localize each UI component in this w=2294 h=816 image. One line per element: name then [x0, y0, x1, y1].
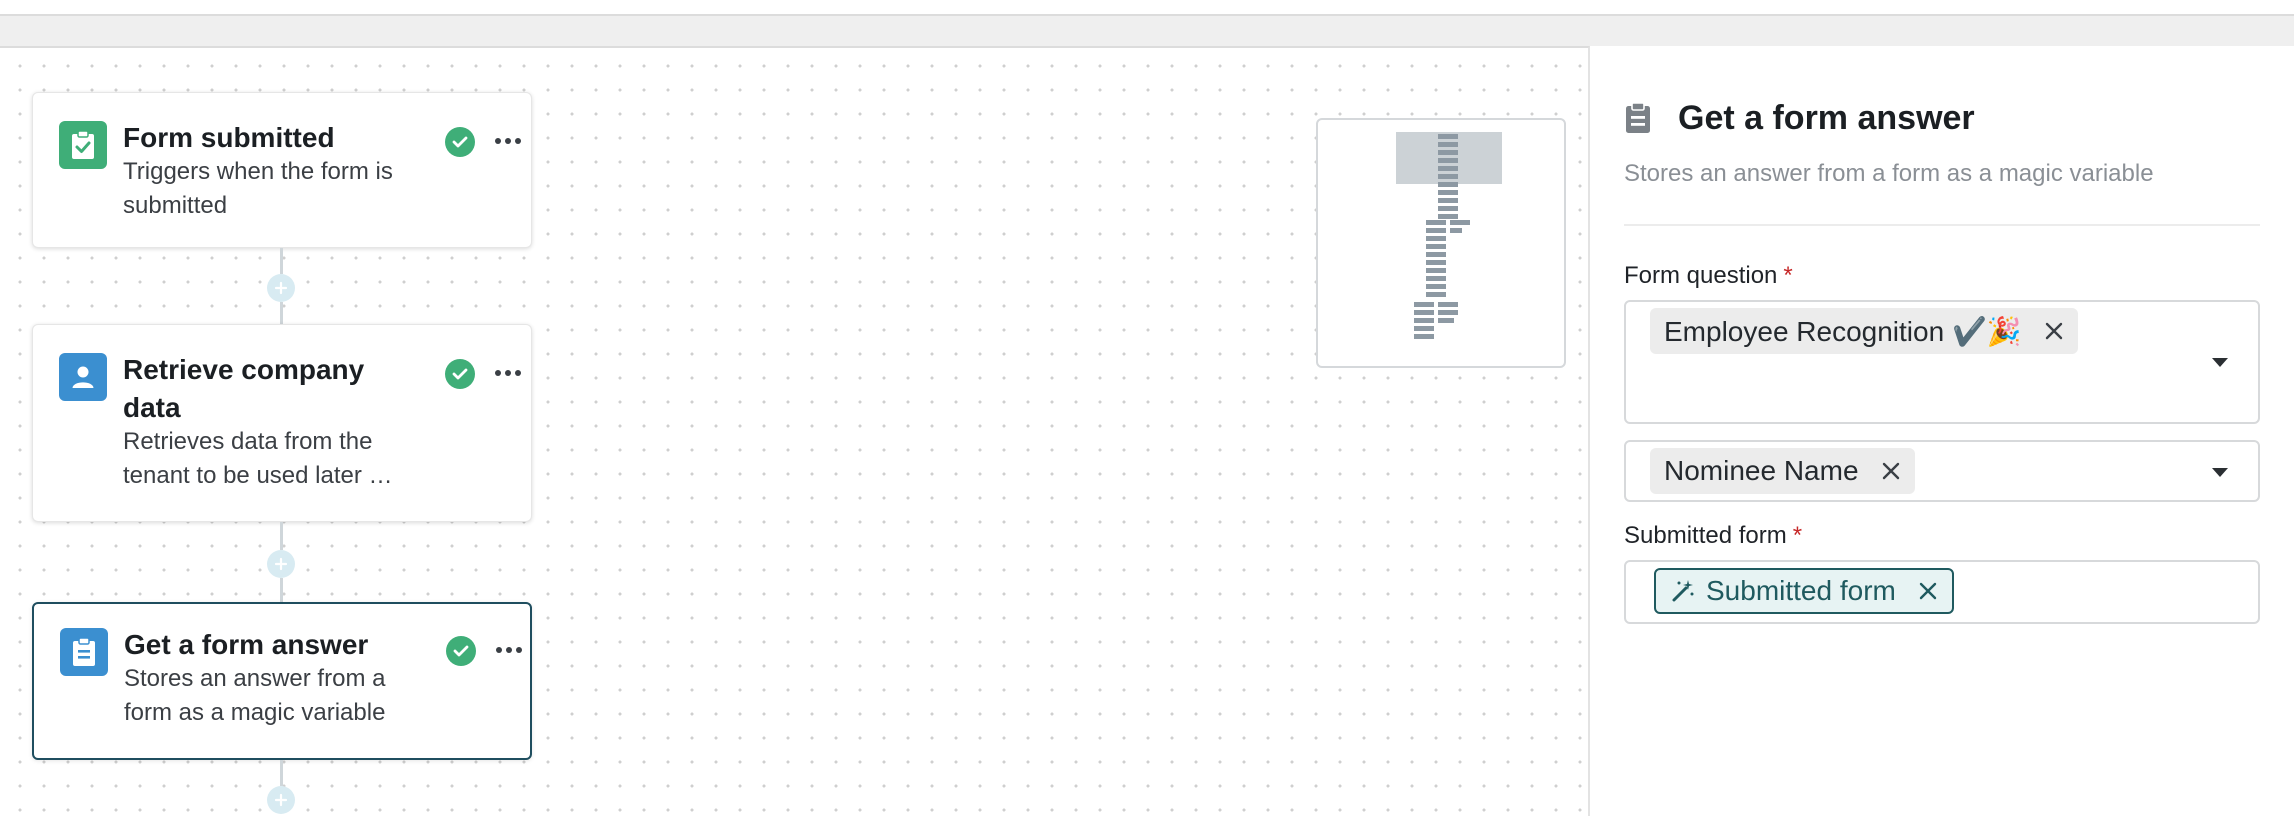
remove-question-close-icon[interactable] — [1881, 461, 1901, 481]
node-title: Get a form answer — [124, 629, 369, 660]
check-circle-icon — [446, 636, 476, 666]
form-question-label: Form question * — [1624, 260, 1793, 292]
connector-line — [280, 760, 283, 786]
node-description: Stores an answer from a form as a magic … — [124, 665, 386, 726]
node-description: Retrieves data from the tenant to be use… — [123, 428, 393, 489]
more-options-icon[interactable] — [496, 642, 526, 658]
node-form-submitted[interactable]: Form submitted Triggers when the form is… — [32, 92, 532, 248]
person-icon — [59, 353, 107, 401]
remove-form-close-icon[interactable] — [2044, 321, 2064, 341]
required-asterisk: * — [1792, 522, 1803, 549]
required-asterisk: * — [1783, 262, 1793, 289]
add-step-plus-icon[interactable] — [267, 274, 295, 302]
clipboard-icon — [1624, 102, 1654, 134]
clipboard-icon — [60, 628, 108, 676]
connector-line — [280, 578, 283, 602]
question-select[interactable]: Nominee Name — [1624, 440, 2260, 502]
node-title: Retrieve company data — [123, 354, 365, 423]
connector-line — [280, 248, 283, 274]
panel-title: Get a form answer — [1678, 99, 1975, 137]
more-options-icon[interactable] — [495, 365, 525, 381]
workflow-canvas[interactable]: Form submitted Triggers when the form is… — [0, 46, 1590, 816]
clipboard-check-icon — [59, 121, 107, 169]
check-circle-icon — [445, 359, 475, 389]
selected-form-chip: Employee Recognition ✔️🎉 — [1650, 308, 2078, 354]
form-select[interactable]: Employee Recognition ✔️🎉 — [1624, 300, 2260, 424]
chevron-down-icon[interactable] — [2212, 358, 2228, 367]
node-description: Triggers when the form is submitted — [123, 158, 393, 219]
chevron-down-icon[interactable] — [2212, 468, 2228, 477]
submitted-form-value: Submitted form — [1706, 575, 1896, 606]
panel-subtitle: Stores an answer from a form as a magic … — [1624, 160, 2154, 187]
step-detail-panel: Get a form answer Stores an answer from … — [1590, 46, 2294, 816]
remove-submitted-form-close-icon[interactable] — [1918, 581, 1938, 601]
selected-question-text: Nominee Name — [1664, 455, 1859, 486]
add-step-plus-icon[interactable] — [267, 786, 295, 814]
check-circle-icon — [445, 127, 475, 157]
minimap-preview — [1396, 132, 1502, 339]
add-step-plus-icon[interactable] — [267, 550, 295, 578]
node-get-a-form-answer[interactable]: Get a form answer Stores an answer from … — [32, 602, 532, 760]
node-retrieve-company-data[interactable]: Retrieve company data Retrieves data fro… — [32, 324, 532, 522]
top-toolbar-strip — [0, 0, 2294, 16]
workflow-minimap[interactable] — [1316, 118, 1566, 368]
more-options-icon[interactable] — [495, 133, 525, 149]
magic-wand-icon — [1670, 578, 1696, 604]
selected-form-text: Employee Recognition ✔️🎉 — [1664, 315, 2022, 347]
submitted-form-label: Submitted form * — [1624, 520, 1802, 552]
connector-line — [280, 302, 283, 324]
magic-variable-chip: Submitted form — [1654, 568, 1954, 614]
submitted-form-label-text: Submitted form — [1624, 522, 1787, 549]
divider — [1624, 224, 2260, 226]
form-question-label-text: Form question — [1624, 262, 1778, 289]
node-title: Form submitted — [123, 122, 335, 153]
selected-question-chip: Nominee Name — [1650, 448, 1915, 494]
submitted-form-field[interactable]: Submitted form — [1624, 560, 2260, 624]
connector-line — [280, 522, 283, 550]
